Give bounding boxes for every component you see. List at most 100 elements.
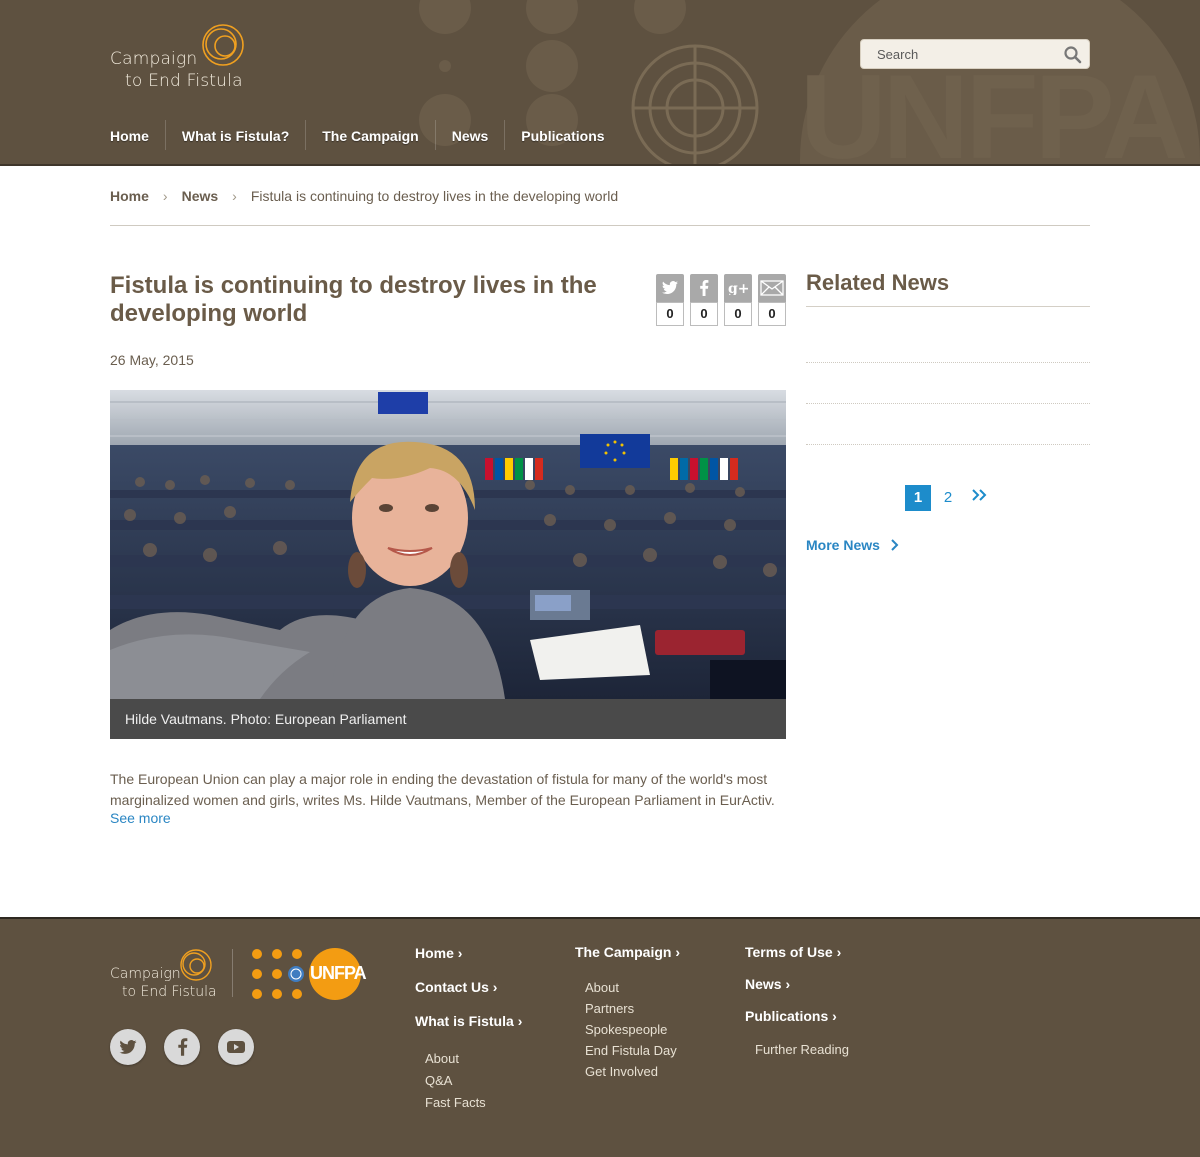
footer-link-label: News [745,976,782,992]
footer-logo-line-2: to End Fistula [122,984,217,1000]
breadcrumb-news[interactable]: News [182,188,219,204]
page-1-button[interactable]: 1 [905,485,931,511]
facebook-icon [177,1038,187,1056]
nav-publications[interactable]: Publications [521,118,604,154]
share-count: 0 [724,302,752,326]
unfpa-wordmark: UNFPA [310,963,367,983]
chevron-right-icon: › [162,188,168,204]
social-links [110,1029,254,1065]
footer-link-partners[interactable]: Partners [575,1001,680,1016]
related-news-title: Related News [806,270,1090,307]
chevron-right-icon [891,539,899,551]
footer-facebook-button[interactable] [164,1029,200,1065]
share-count: 0 [690,302,718,326]
footer-link-campaign-about[interactable]: About [575,980,680,995]
footer-link-label: The Campaign [575,944,672,960]
footer-link-the-campaign[interactable]: The Campaign › [575,944,680,960]
site-header: UNFPA Campaign to End Fistula Home What … [0,0,1200,166]
more-news-link[interactable]: More News [806,537,900,553]
facebook-icon [690,274,718,302]
nav-divider [164,120,166,150]
breadcrumb-current: Fistula is continuing to destroy lives i… [250,188,619,204]
youtube-icon [227,1041,245,1053]
chevron-right-icon: › [832,1008,837,1024]
svg-text:g+: g+ [728,281,748,295]
share-email-button[interactable]: 0 [758,274,786,326]
double-chevron-right-icon [972,489,987,501]
related-news-divider [806,403,1090,404]
see-more-link[interactable]: See more [110,810,171,826]
footer-link-label: Terms of Use [745,944,833,960]
share-buttons: 0 0 g+ 0 0 [656,274,786,326]
footer-link-label: Contact Us [415,979,489,995]
footer-link-what-is-fistula[interactable]: What is Fistula › [415,1013,522,1029]
article-title: Fistula is continuing to destroy lives i… [110,272,597,327]
twitter-icon [656,274,684,302]
search-icon[interactable] [1063,45,1083,65]
footer-link-home[interactable]: Home › [415,945,522,961]
footer-link-further-reading[interactable]: Further Reading [745,1042,849,1057]
photo-caption: Hilde Vautmans. Photo: European Parliame… [110,699,786,739]
footer-link-publications[interactable]: Publications › [745,1008,849,1024]
email-icon [758,274,786,302]
footer-twitter-button[interactable] [110,1029,146,1065]
nav-divider [434,120,436,150]
chevron-right-icon: › [675,944,681,960]
chevron-right-icon: › [836,944,842,960]
footer-link-contact-us[interactable]: Contact Us › [415,979,522,995]
main-navigation: Home What is Fistula? The Campaign News … [110,118,605,154]
nav-the-campaign[interactable]: The Campaign [322,118,418,154]
footer-link-qa[interactable]: Q&A [415,1073,522,1088]
nav-home[interactable]: Home [110,118,149,154]
footer-link-about[interactable]: About [415,1051,522,1066]
related-news-divider [806,444,1090,445]
footer-link-label: Home [415,945,454,961]
footer-youtube-button[interactable] [218,1029,254,1065]
nav-news[interactable]: News [452,118,489,154]
footer-link-news[interactable]: News › [745,976,849,992]
share-twitter-button[interactable]: 0 [656,274,684,326]
footer-link-fast-facts[interactable]: Fast Facts [415,1095,522,1110]
search-box [860,39,1090,69]
nav-divider [305,120,307,150]
article-photo [110,390,786,699]
footer-link-get-involved[interactable]: Get Involved [575,1064,680,1079]
footer-link-terms-of-use[interactable]: Terms of Use › [745,944,849,960]
chevron-right-icon: › [457,945,463,961]
footer-link-label: What is Fistula [415,1013,514,1029]
footer-column-1: Home › Contact Us › What is Fistula › Ab… [415,945,522,1110]
footer-link-label: Publications [745,1008,829,1024]
google-plus-icon: g+ [724,274,752,302]
more-news-label: More News [806,537,880,553]
nav-what-is-fistula[interactable]: What is Fistula? [182,118,289,154]
chevron-right-icon: › [492,979,498,995]
chevron-right-icon: › [517,1013,523,1029]
logo-circle-icon [202,24,244,66]
unfpa-logo[interactable]: UNFPA [250,947,367,1006]
footer-link-end-fistula-day[interactable]: End Fistula Day [575,1043,680,1058]
next-page-button[interactable] [967,485,993,511]
site-logo[interactable]: Campaign to End Fistula [110,22,250,94]
breadcrumb-home[interactable]: Home [110,188,149,204]
share-google-plus-button[interactable]: g+ 0 [724,274,752,326]
share-count: 0 [656,302,684,326]
share-facebook-button[interactable]: 0 [690,274,718,326]
footer-column-3: Terms of Use › News › Publications › Fur… [745,944,849,1057]
chevron-right-icon: › [785,976,791,992]
nav-divider [504,120,506,150]
logo-line-2: to End Fistula [125,71,243,91]
footer-link-spokespeople[interactable]: Spokespeople [575,1022,680,1037]
related-news-divider [806,362,1090,363]
page-2-button[interactable]: 2 [935,485,961,511]
footer-logo-divider [232,949,233,997]
article-body: The European Union can play a major role… [110,771,775,808]
logo-circle-icon [180,949,212,981]
article-date: 26 May, 2015 [110,352,194,368]
share-count: 0 [758,302,786,326]
twitter-icon [119,1039,137,1054]
related-news-pagination: 1 2 [905,485,993,511]
search-input[interactable] [861,40,1061,68]
breadcrumb: Home › News › Fistula is continuing to d… [110,188,1090,226]
chevron-right-icon: › [232,188,237,204]
site-footer: Campaign to End Fistula UNFPA Home › Con… [0,917,1200,1157]
